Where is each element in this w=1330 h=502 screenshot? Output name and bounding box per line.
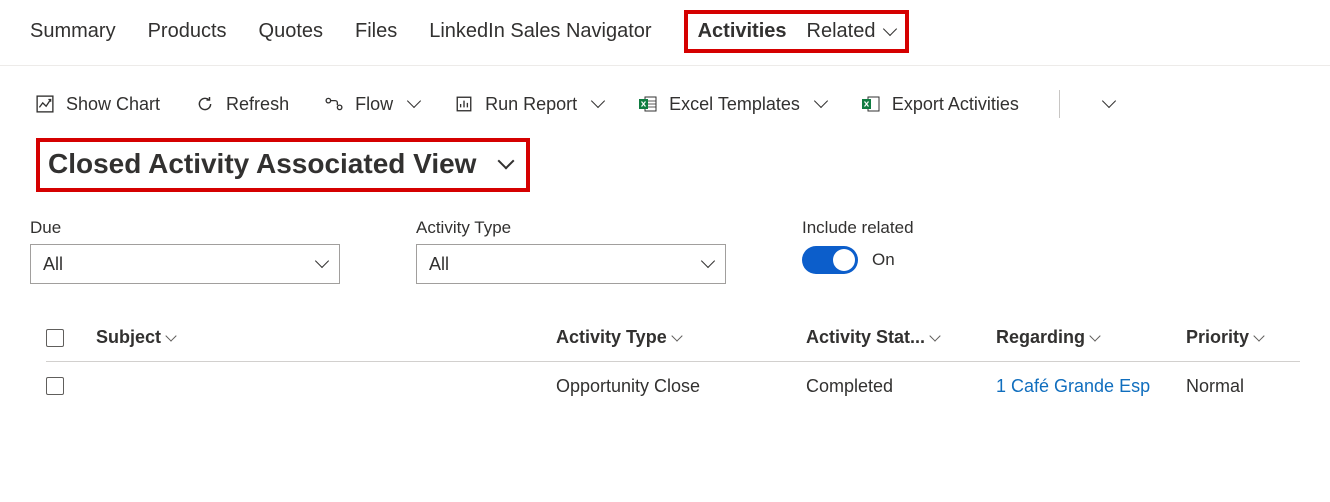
chevron-down-icon xyxy=(701,254,715,268)
view-title: Closed Activity Associated View xyxy=(48,148,476,180)
include-related-state: On xyxy=(872,250,895,270)
highlighted-tabs-box: Activities Related xyxy=(684,10,909,53)
chevron-down-icon xyxy=(671,330,682,341)
refresh-button[interactable]: Refresh xyxy=(196,94,289,115)
column-regarding-label: Regarding xyxy=(996,327,1085,348)
excel-export-icon xyxy=(862,95,880,113)
run-report-button[interactable]: Run Report xyxy=(455,94,603,115)
record-tabs: Summary Products Quotes Files LinkedIn S… xyxy=(0,0,1330,66)
more-commands-button[interactable] xyxy=(1100,99,1114,109)
tab-files[interactable]: Files xyxy=(355,20,397,43)
due-label: Due xyxy=(30,218,340,238)
chevron-down-icon xyxy=(315,254,329,268)
filter-bar: Due All Activity Type All Include relate… xyxy=(0,198,1330,294)
cell-activity-type: Opportunity Close xyxy=(556,376,806,397)
chart-icon xyxy=(36,95,54,113)
chevron-down-icon xyxy=(498,153,515,170)
command-bar: Show Chart Refresh Flow xyxy=(0,66,1330,128)
select-all-checkbox[interactable] xyxy=(46,329,64,347)
chevron-down-icon xyxy=(407,94,421,108)
column-activity-status[interactable]: Activity Stat... xyxy=(806,327,996,348)
tab-related-label: Related xyxy=(807,20,876,42)
chevron-down-icon xyxy=(1089,330,1100,341)
refresh-label: Refresh xyxy=(226,94,289,115)
view-selector[interactable]: Closed Activity Associated View xyxy=(36,138,530,192)
column-subject[interactable]: Subject xyxy=(96,327,556,348)
export-activities-button[interactable]: Export Activities xyxy=(862,94,1019,115)
chevron-down-icon xyxy=(814,94,828,108)
tab-activities[interactable]: Activities xyxy=(698,20,787,43)
due-select[interactable]: All xyxy=(30,244,340,284)
column-activity-type-label: Activity Type xyxy=(556,327,667,348)
due-filter: Due All xyxy=(30,218,340,284)
activity-type-select[interactable]: All xyxy=(416,244,726,284)
include-related-filter: Include related On xyxy=(802,218,914,274)
excel-icon xyxy=(639,95,657,113)
row-checkbox[interactable] xyxy=(46,377,64,395)
command-divider xyxy=(1059,90,1060,118)
grid-header: Subject Activity Type Activity Stat... R… xyxy=(46,314,1300,362)
flow-label: Flow xyxy=(355,94,393,115)
excel-templates-label: Excel Templates xyxy=(669,94,800,115)
table-row[interactable]: Opportunity Close Completed 1 Café Grand… xyxy=(46,362,1300,410)
activity-type-filter: Activity Type All xyxy=(416,218,726,284)
column-activity-type[interactable]: Activity Type xyxy=(556,327,806,348)
chevron-down-icon xyxy=(1253,330,1264,341)
tab-products[interactable]: Products xyxy=(148,20,227,43)
show-chart-button[interactable]: Show Chart xyxy=(36,94,160,115)
column-activity-status-label: Activity Stat... xyxy=(806,327,925,348)
report-icon xyxy=(455,95,473,113)
view-selector-row: Closed Activity Associated View xyxy=(0,128,1330,198)
tab-linkedin[interactable]: LinkedIn Sales Navigator xyxy=(429,20,651,43)
activity-type-value: All xyxy=(429,254,449,275)
column-subject-label: Subject xyxy=(96,327,161,348)
tab-summary[interactable]: Summary xyxy=(30,20,116,43)
show-chart-label: Show Chart xyxy=(66,94,160,115)
activity-type-label: Activity Type xyxy=(416,218,726,238)
column-priority[interactable]: Priority xyxy=(1186,327,1286,348)
activities-grid: Subject Activity Type Activity Stat... R… xyxy=(0,294,1330,410)
chevron-down-icon xyxy=(929,330,940,341)
cell-priority: Normal xyxy=(1186,376,1286,397)
export-activities-label: Export Activities xyxy=(892,94,1019,115)
cell-regarding-link[interactable]: 1 Café Grande Esp xyxy=(996,376,1186,397)
chevron-down-icon xyxy=(883,22,897,36)
flow-button[interactable]: Flow xyxy=(325,94,419,115)
chevron-down-icon xyxy=(591,94,605,108)
include-related-toggle[interactable] xyxy=(802,246,858,274)
chevron-down-icon xyxy=(165,330,176,341)
chevron-down-icon xyxy=(1102,94,1116,108)
include-related-label: Include related xyxy=(802,218,914,238)
due-value: All xyxy=(43,254,63,275)
column-regarding[interactable]: Regarding xyxy=(996,327,1186,348)
refresh-icon xyxy=(196,95,214,113)
run-report-label: Run Report xyxy=(485,94,577,115)
tab-quotes[interactable]: Quotes xyxy=(259,20,323,43)
flow-icon xyxy=(325,95,343,113)
column-priority-label: Priority xyxy=(1186,327,1249,348)
excel-templates-button[interactable]: Excel Templates xyxy=(639,94,826,115)
tab-related[interactable]: Related xyxy=(807,20,896,43)
cell-activity-status: Completed xyxy=(806,376,996,397)
